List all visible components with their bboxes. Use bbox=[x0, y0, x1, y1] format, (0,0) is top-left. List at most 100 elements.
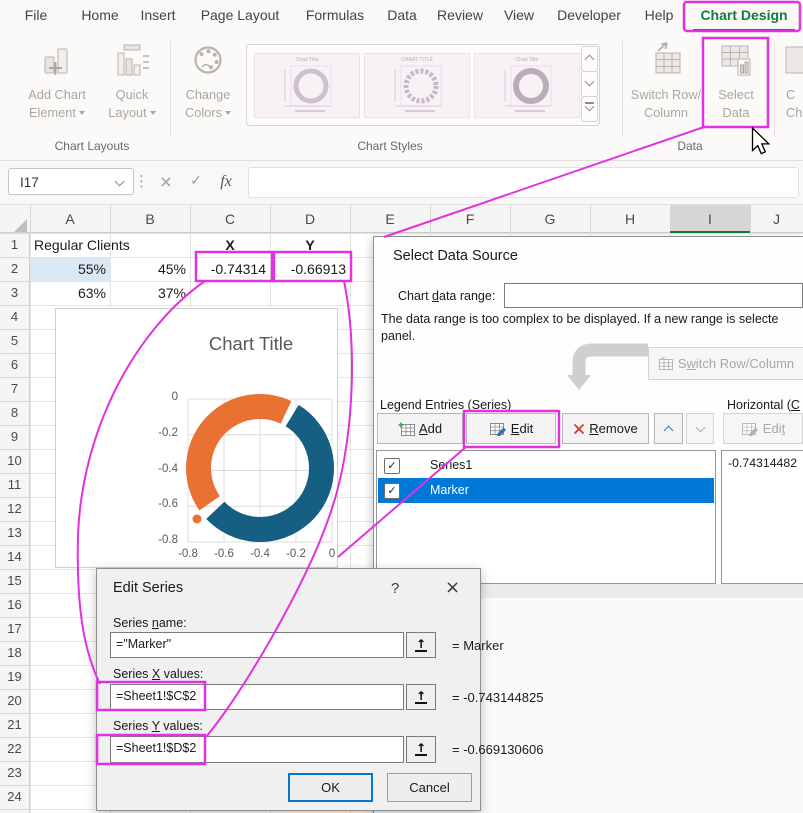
checkbox-checked-icon[interactable]: ✓ bbox=[384, 483, 400, 499]
tab-chart-design[interactable]: Chart Design bbox=[700, 7, 787, 23]
collapse-dialog-button[interactable]: ↑ bbox=[406, 736, 436, 763]
row-header[interactable]: 3 bbox=[0, 281, 29, 305]
select-data-button[interactable]: Select Data bbox=[706, 41, 766, 122]
tab-developer[interactable]: Developer bbox=[557, 7, 621, 23]
tab-view[interactable]: View bbox=[504, 7, 534, 23]
column-header-a[interactable]: A bbox=[30, 205, 110, 233]
cell-d1[interactable]: Y bbox=[270, 233, 350, 257]
row-header[interactable]: 6 bbox=[0, 353, 29, 377]
row-header[interactable]: 19 bbox=[0, 665, 29, 689]
tab-review[interactable]: Review bbox=[437, 7, 483, 23]
add-chart-element-button[interactable]: Add Chart Element bbox=[14, 41, 100, 122]
remove-series-button[interactable]: Remove bbox=[562, 413, 649, 444]
chart-style-thumbnail-1[interactable]: Chart Title bbox=[254, 53, 360, 118]
tab-file[interactable]: File bbox=[25, 7, 48, 23]
quick-layout-button[interactable]: Quick Layout bbox=[100, 41, 164, 122]
row-header[interactable]: 14 bbox=[0, 545, 29, 569]
cancel-button[interactable]: Cancel bbox=[387, 773, 472, 802]
cell-a2[interactable]: 55% bbox=[30, 257, 106, 281]
column-header-j[interactable]: J bbox=[750, 205, 803, 233]
doughnut-chart-object[interactable]: Chart Title 0 -0.2 -0.4 -0.6 -0.8 -0.8 -… bbox=[55, 308, 338, 568]
cell-c1[interactable]: X bbox=[190, 233, 270, 257]
column-header-i-selected[interactable]: I bbox=[670, 205, 750, 233]
chart-style-thumbnail-3[interactable]: Chart Title bbox=[474, 53, 580, 118]
tab-help[interactable]: Help bbox=[645, 7, 674, 23]
switch-row-column-icon bbox=[646, 41, 686, 81]
row-header[interactable]: 11 bbox=[0, 473, 29, 497]
row-header[interactable]: 20 bbox=[0, 689, 29, 713]
row-header[interactable]: 24 bbox=[0, 785, 29, 809]
edit-series-button[interactable]: Edit bbox=[466, 413, 556, 444]
column-header-d[interactable]: D bbox=[270, 205, 350, 233]
cell-a1[interactable]: Regular Clients bbox=[34, 233, 184, 257]
row-header[interactable]: 8 bbox=[0, 401, 29, 425]
collapse-dialog-button[interactable]: ↑ bbox=[406, 684, 436, 710]
tab-formulas[interactable]: Formulas bbox=[306, 7, 364, 23]
tab-page-layout[interactable]: Page Layout bbox=[201, 7, 280, 23]
group-label-chart-styles: Chart Styles bbox=[357, 139, 422, 153]
row-header[interactable]: 18 bbox=[0, 641, 29, 665]
cell-d2[interactable]: -0.66913 bbox=[270, 257, 346, 281]
move-up-button[interactable] bbox=[654, 413, 683, 444]
row-header[interactable]: 5 bbox=[0, 329, 29, 353]
axis-labels-list[interactable]: -0.74314482 bbox=[721, 450, 803, 584]
row-header[interactable]: 17 bbox=[0, 617, 29, 641]
move-down-button[interactable] bbox=[686, 413, 714, 444]
column-header-b[interactable]: B bbox=[110, 205, 190, 233]
group-label-data: Data bbox=[677, 139, 702, 153]
series-list-item-series1[interactable]: ✓ Series1 bbox=[378, 453, 714, 478]
insert-function-button[interactable]: fx bbox=[212, 168, 240, 195]
series-name-input[interactable]: ="Marker" bbox=[110, 632, 404, 658]
chart-data-range-input[interactable] bbox=[504, 283, 803, 308]
select-all-corner[interactable] bbox=[14, 219, 27, 232]
tab-data[interactable]: Data bbox=[387, 7, 417, 23]
series-list-item-marker-selected[interactable]: ✓ Marker bbox=[378, 478, 714, 503]
gallery-more-button[interactable] bbox=[581, 96, 598, 122]
cell-b3[interactable]: 37% bbox=[110, 281, 186, 305]
row-header[interactable]: 9 bbox=[0, 425, 29, 449]
add-series-button[interactable]: Add bbox=[377, 413, 463, 444]
row-header[interactable]: 12 bbox=[0, 497, 29, 521]
row-header[interactable]: 2 bbox=[0, 257, 29, 281]
row-header[interactable]: 1 bbox=[0, 233, 29, 257]
formula-input[interactable] bbox=[248, 167, 799, 198]
edit-axis-labels-button[interactable]: Edit bbox=[723, 413, 803, 444]
change-chart-type-button-partial[interactable]: C Ch bbox=[780, 41, 803, 122]
chart-style-thumbnail-2[interactable]: CHART TITLE bbox=[364, 53, 470, 118]
cell-c2[interactable]: -0.74314 bbox=[190, 257, 266, 281]
cell-a3[interactable]: 63% bbox=[30, 281, 106, 305]
row-header[interactable]: 13 bbox=[0, 521, 29, 545]
switch-row-column-button[interactable]: Switch Row/ Column bbox=[624, 41, 708, 122]
change-colors-button[interactable]: Change Colors bbox=[174, 41, 242, 122]
row-header[interactable]: 4 bbox=[0, 305, 29, 329]
column-header-f[interactable]: F bbox=[430, 205, 510, 233]
tab-insert[interactable]: Insert bbox=[140, 7, 175, 23]
row-header[interactable]: 21 bbox=[0, 713, 29, 737]
row-header[interactable]: 16 bbox=[0, 593, 29, 617]
switch-row-column-dialog-button[interactable]: Switch Row/Column bbox=[648, 347, 803, 380]
checkbox-checked-icon[interactable]: ✓ bbox=[384, 458, 400, 474]
column-header-e[interactable]: E bbox=[350, 205, 430, 233]
cell-b2[interactable]: 45% bbox=[110, 257, 186, 281]
cancel-button[interactable]: × bbox=[152, 168, 180, 195]
collapse-dialog-button[interactable]: ↑ bbox=[406, 632, 436, 658]
gallery-scroll-up-button[interactable] bbox=[581, 46, 598, 72]
row-header[interactable]: 15 bbox=[0, 569, 29, 593]
row-header[interactable]: 10 bbox=[0, 449, 29, 473]
row-header[interactable]: 23 bbox=[0, 761, 29, 785]
column-header-h[interactable]: H bbox=[590, 205, 670, 233]
enter-button[interactable]: ✓ bbox=[182, 168, 210, 195]
row-header[interactable]: 22 bbox=[0, 737, 29, 761]
add-chart-element-icon bbox=[37, 41, 77, 81]
close-icon[interactable]: × bbox=[445, 577, 460, 598]
column-header-g[interactable]: G bbox=[510, 205, 590, 233]
series-y-values-input[interactable]: =Sheet1!$D$2 bbox=[110, 736, 404, 763]
ok-button[interactable]: OK bbox=[288, 773, 373, 802]
gallery-scroll-down-button[interactable] bbox=[581, 71, 598, 97]
name-box[interactable]: I17 bbox=[8, 168, 134, 195]
column-header-c[interactable]: C bbox=[190, 205, 270, 233]
row-header[interactable]: 7 bbox=[0, 377, 29, 401]
tab-home[interactable]: Home bbox=[81, 7, 118, 23]
series-x-values-input[interactable]: =Sheet1!$C$2 bbox=[110, 684, 404, 710]
help-button[interactable]: ? bbox=[391, 580, 399, 597]
